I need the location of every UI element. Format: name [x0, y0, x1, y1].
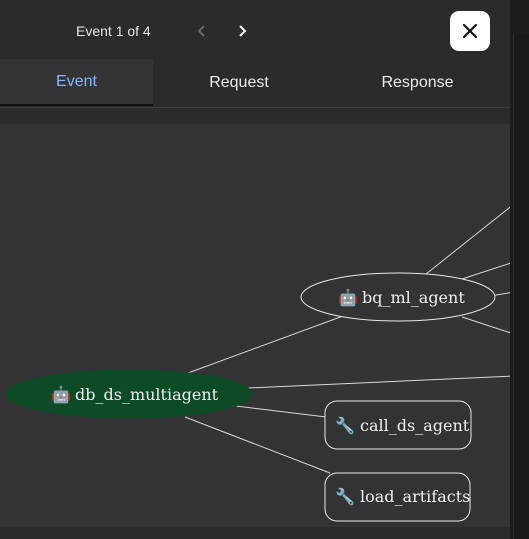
chevron-left-icon — [197, 25, 205, 37]
next-event-button[interactable] — [231, 20, 253, 42]
close-button[interactable] — [450, 11, 490, 51]
wrench-icon: 🔧 — [335, 416, 355, 435]
tab-response[interactable]: Response — [325, 59, 510, 106]
close-icon — [462, 23, 478, 39]
tab-event[interactable]: Event — [0, 59, 153, 106]
robot-icon: 🤖 — [338, 288, 358, 307]
event-detail-panel: Event 1 of 4 Event Request Response 🤖 bq… — [0, 0, 510, 539]
graph-edge — [461, 262, 510, 280]
robot-icon: 🤖 — [51, 385, 71, 404]
event-navigation-header: Event 1 of 4 — [0, 0, 510, 60]
previous-event-button[interactable] — [191, 20, 213, 42]
side-divider — [513, 34, 529, 539]
graph-edge — [235, 405, 327, 418]
graph-node-label: load_artifacts — [360, 487, 470, 506]
graph-edge — [425, 206, 510, 275]
chevron-right-icon — [239, 25, 247, 37]
graph-node-db-ds-multiagent[interactable]: 🤖 db_ds_multiagent — [5, 369, 253, 419]
agent-graph[interactable]: 🤖 bq_ml_agent 🤖 db_ds_multiagent 🔧 call_… — [0, 124, 510, 527]
graph-edge — [187, 315, 344, 374]
graph-node-bq-ml-agent[interactable]: 🤖 bq_ml_agent — [300, 272, 496, 322]
tab-request[interactable]: Request — [153, 59, 325, 106]
graph-node-call-ds-agent[interactable]: 🔧 call_ds_agent — [324, 400, 472, 450]
graph-edge — [184, 416, 331, 474]
graph-node-load-artifacts[interactable]: 🔧 load_artifacts — [324, 472, 471, 522]
wrench-icon: 🔧 — [335, 487, 355, 506]
graph-node-label: bq_ml_agent — [362, 288, 465, 307]
agent-graph-canvas: 🤖 bq_ml_agent 🤖 db_ds_multiagent 🔧 call_… — [5, 206, 510, 522]
graph-node-label: call_ds_agent — [360, 416, 470, 435]
event-counter: Event 1 of 4 — [76, 23, 151, 39]
graph-edge — [247, 375, 510, 389]
detail-tabs: Event Request Response — [0, 59, 510, 108]
graph-edge — [461, 316, 510, 334]
side-background — [510, 0, 529, 539]
graph-node-label: db_ds_multiagent — [75, 385, 219, 404]
